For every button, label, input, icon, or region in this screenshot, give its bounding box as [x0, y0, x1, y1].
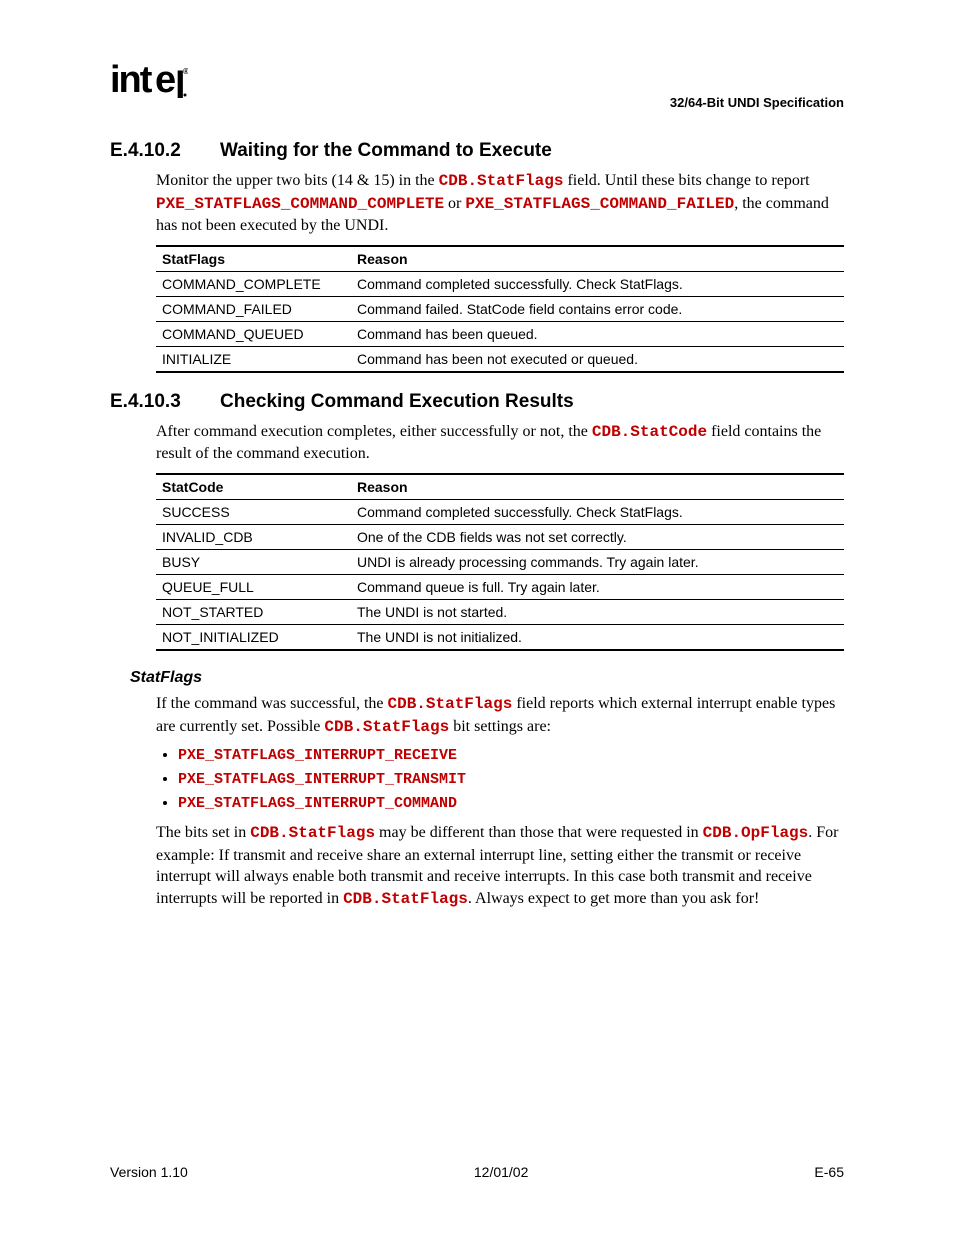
cell: Command completed successfully. Check St…	[351, 271, 844, 296]
text: The bits set in	[156, 824, 250, 841]
code-token: CDB.StatFlags	[250, 824, 375, 842]
code-token: CDB.StatCode	[592, 423, 707, 441]
page-footer: Version 1.10 12/01/02 E-65	[110, 1164, 844, 1180]
cell: Command completed successfully. Check St…	[351, 499, 844, 524]
code-token: CDB.StatFlags	[324, 718, 449, 736]
section-title: Waiting for the Command to Execute	[220, 140, 552, 161]
section-title: Checking Command Execution Results	[220, 391, 574, 412]
table-row: NOT_INITIALIZEDThe UNDI is not initializ…	[156, 624, 844, 650]
cell: SUCCESS	[156, 499, 351, 524]
paragraph: If the command was successful, the CDB.S…	[156, 693, 844, 738]
table-row: INITIALIZECommand has been not executed …	[156, 346, 844, 372]
bullet-list: PXE_STATFLAGS_INTERRUPT_RECEIVE PXE_STAT…	[156, 746, 844, 812]
svg-text:e: e	[155, 60, 175, 100]
code-token: CDB.OpFlags	[703, 824, 809, 842]
spec-title: 32/64-Bit UNDI Specification	[670, 95, 844, 110]
table-header: StatCode	[156, 474, 351, 500]
code-token: CDB.StatFlags	[439, 172, 564, 190]
text: If the command was successful, the	[156, 695, 387, 712]
table-header-row: StatCode Reason	[156, 474, 844, 500]
section-number: E.4.10.3	[110, 391, 220, 413]
cell: NOT_INITIALIZED	[156, 624, 351, 650]
paragraph: Monitor the upper two bits (14 & 15) in …	[156, 170, 844, 237]
footer-version: Version 1.10	[110, 1164, 188, 1180]
footer-page: E-65	[814, 1164, 844, 1180]
cell: Command has been not executed or queued.	[351, 346, 844, 372]
table-row: INVALID_CDBOne of the CDB fields was not…	[156, 524, 844, 549]
cell: NOT_STARTED	[156, 599, 351, 624]
table-row: QUEUE_FULLCommand queue is full. Try aga…	[156, 574, 844, 599]
list-item: PXE_STATFLAGS_INTERRUPT_TRANSMIT	[178, 770, 844, 788]
text: bit settings are:	[449, 718, 551, 735]
table-row: COMMAND_COMPLETECommand completed succes…	[156, 271, 844, 296]
cell: QUEUE_FULL	[156, 574, 351, 599]
table-header: StatFlags	[156, 246, 351, 272]
cell: COMMAND_QUEUED	[156, 321, 351, 346]
table-header: Reason	[351, 474, 844, 500]
cell: BUSY	[156, 549, 351, 574]
subsection-heading-statflags: StatFlags	[130, 669, 844, 687]
cell: Command has been queued.	[351, 321, 844, 346]
cell: The UNDI is not initialized.	[351, 624, 844, 650]
cell: COMMAND_COMPLETE	[156, 271, 351, 296]
svg-text:®: ®	[183, 67, 188, 76]
svg-text:int: int	[110, 60, 153, 100]
code-token: CDB.StatFlags	[387, 695, 512, 713]
table-row: COMMAND_FAILEDCommand failed. StatCode f…	[156, 296, 844, 321]
table-row: BUSYUNDI is already processing commands.…	[156, 549, 844, 574]
text: field. Until these bits change to report	[563, 172, 809, 189]
text: may be different than those that were re…	[375, 824, 703, 841]
cell: COMMAND_FAILED	[156, 296, 351, 321]
text: or	[444, 195, 465, 212]
page-header: int e l ® 32/64-Bit UNDI Specification	[110, 60, 844, 110]
table-row: COMMAND_QUEUEDCommand has been queued.	[156, 321, 844, 346]
intel-logo: int e l ®	[110, 60, 188, 110]
cell: Command failed. StatCode field contains …	[351, 296, 844, 321]
cell: UNDI is already processing commands. Try…	[351, 549, 844, 574]
paragraph: After command execution completes, eithe…	[156, 421, 844, 465]
section-number: E.4.10.2	[110, 140, 220, 162]
statcode-table: StatCode Reason SUCCESSCommand completed…	[156, 473, 844, 651]
text: After command execution completes, eithe…	[156, 423, 592, 440]
table-header: Reason	[351, 246, 844, 272]
cell: INITIALIZE	[156, 346, 351, 372]
section-heading-e4103: E.4.10.3Checking Command Execution Resul…	[110, 391, 844, 413]
text: . Always expect to get more than you ask…	[468, 890, 759, 907]
cell: Command queue is full. Try again later.	[351, 574, 844, 599]
footer-date: 12/01/02	[474, 1164, 529, 1180]
list-item: PXE_STATFLAGS_INTERRUPT_COMMAND	[178, 794, 844, 812]
table-row: SUCCESSCommand completed successfully. C…	[156, 499, 844, 524]
table-row: NOT_STARTEDThe UNDI is not started.	[156, 599, 844, 624]
cell: INVALID_CDB	[156, 524, 351, 549]
code-token: PXE_STATFLAGS_COMMAND_FAILED	[465, 195, 734, 213]
cell: One of the CDB fields was not set correc…	[351, 524, 844, 549]
table-header-row: StatFlags Reason	[156, 246, 844, 272]
text: Monitor the upper two bits (14 & 15) in …	[156, 172, 439, 189]
code-token: PXE_STATFLAGS_COMMAND_COMPLETE	[156, 195, 444, 213]
list-item: PXE_STATFLAGS_INTERRUPT_RECEIVE	[178, 746, 844, 764]
paragraph: The bits set in CDB.StatFlags may be dif…	[156, 822, 844, 910]
code-token: CDB.StatFlags	[343, 890, 468, 908]
section-heading-e4102: E.4.10.2Waiting for the Command to Execu…	[110, 140, 844, 162]
statflags-table: StatFlags Reason COMMAND_COMPLETECommand…	[156, 245, 844, 373]
cell: The UNDI is not started.	[351, 599, 844, 624]
